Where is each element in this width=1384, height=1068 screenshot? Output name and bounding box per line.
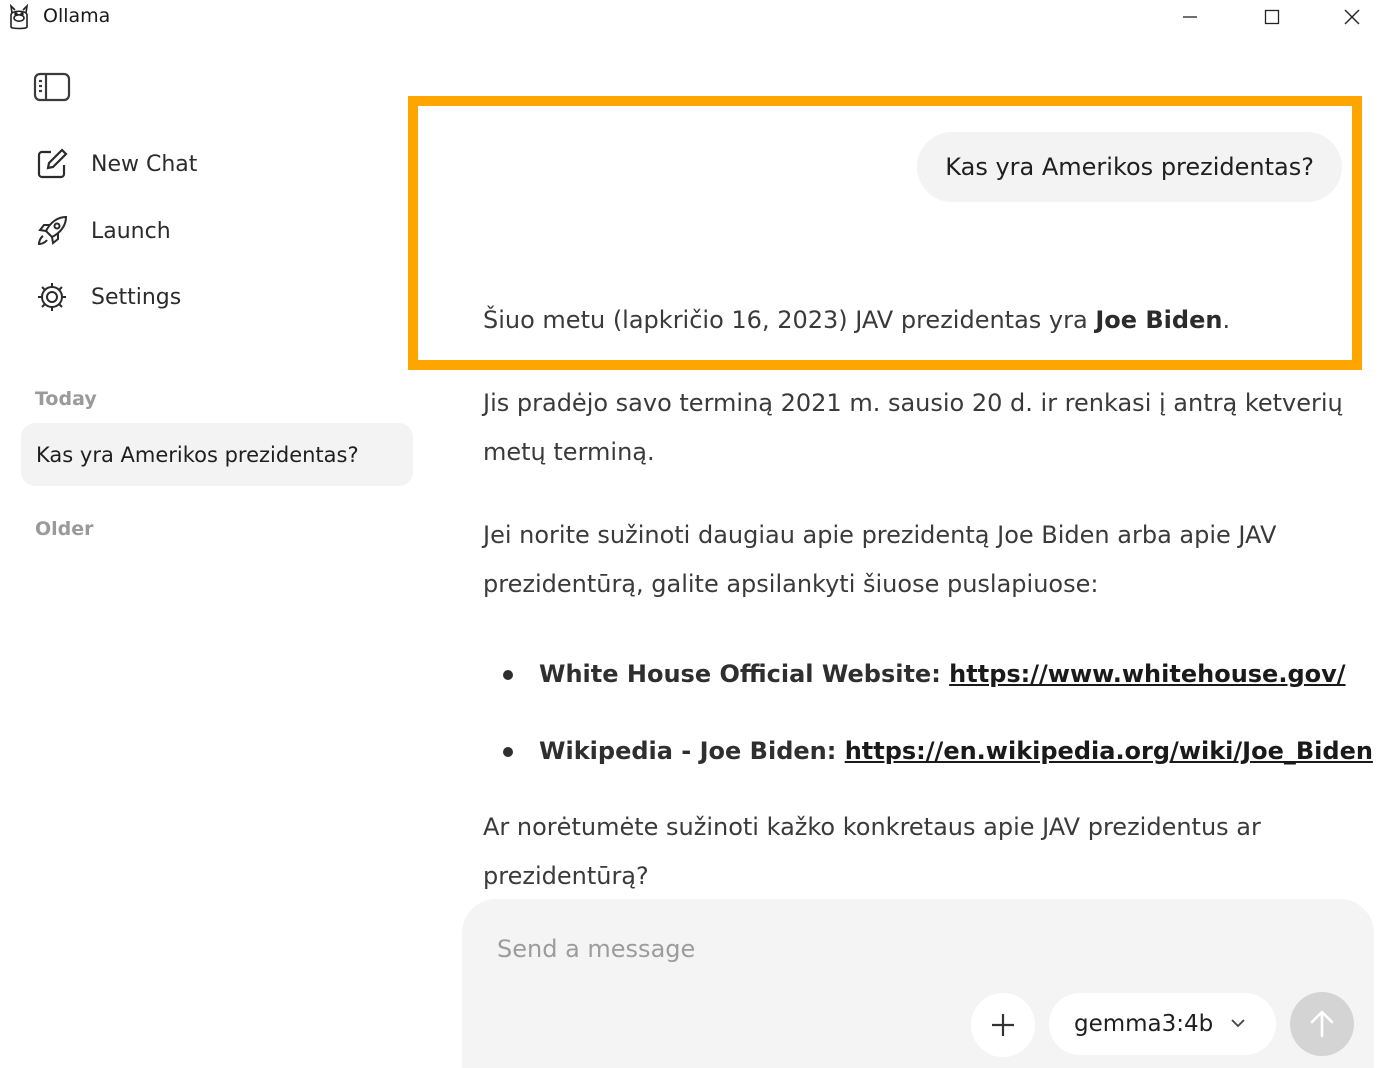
arrow-up-icon xyxy=(1310,1010,1334,1038)
close-button[interactable] xyxy=(1322,0,1382,34)
assistant-bold-name: Joe Biden xyxy=(1095,306,1223,334)
launch-button[interactable]: Launch xyxy=(34,211,171,251)
model-name: gemma3:4b xyxy=(1074,1011,1214,1037)
model-selector[interactable]: gemma3:4b xyxy=(1049,993,1276,1055)
gear-icon xyxy=(34,279,70,315)
new-chat-button[interactable]: New Chat xyxy=(34,144,197,184)
whitehouse-link[interactable]: https://www.whitehouse.gov/ xyxy=(949,660,1345,688)
settings-label: Settings xyxy=(91,284,182,310)
link-list: White House Official Website: https://ww… xyxy=(483,649,1373,776)
chat-history-item[interactable]: Kas yra Amerikos prezidentas? xyxy=(21,423,413,486)
assistant-paragraph-1: Šiuo metu (lapkričio 16, 2023) JAV prezi… xyxy=(483,296,1353,345)
app-title: Ollama xyxy=(43,5,111,27)
assistant-message: Šiuo metu (lapkričio 16, 2023) JAV prezi… xyxy=(483,296,1373,901)
new-chat-label: New Chat xyxy=(91,151,198,177)
section-label-today: Today xyxy=(35,388,97,410)
plus-icon xyxy=(992,1014,1014,1036)
message-input[interactable] xyxy=(497,929,1317,969)
send-button[interactable] xyxy=(1290,992,1354,1056)
list-item: White House Official Website: https://ww… xyxy=(483,649,1353,699)
settings-button[interactable]: Settings xyxy=(34,277,181,317)
assistant-text-end: . xyxy=(1222,306,1231,334)
launch-label: Launch xyxy=(91,218,171,244)
link-label: Wikipedia - Joe Biden: xyxy=(539,737,845,765)
assistant-paragraph-4: Ar norėtumėte sužinoti kažko konkretaus … xyxy=(483,813,1261,890)
close-icon xyxy=(1344,9,1360,25)
maximize-icon xyxy=(1264,9,1280,25)
assistant-paragraph-2: Jis pradėjo savo terminą 2021 m. sausio … xyxy=(483,389,1343,466)
message-composer: gemma3:4b xyxy=(462,899,1374,1068)
minimize-icon xyxy=(1183,16,1197,18)
section-label-older: Older xyxy=(35,518,94,540)
rocket-icon xyxy=(34,213,70,249)
minimize-button[interactable] xyxy=(1160,0,1220,34)
maximize-button[interactable] xyxy=(1242,0,1302,34)
ollama-logo-icon xyxy=(7,3,31,31)
add-attachment-button[interactable] xyxy=(971,993,1035,1057)
sidebar-toggle-button[interactable] xyxy=(33,72,71,102)
link-label: White House Official Website: xyxy=(539,660,950,688)
new-chat-icon xyxy=(34,146,70,182)
sidebar: New Chat Launch Settings Today Kas yra A… xyxy=(0,34,430,1068)
assistant-text: Šiuo metu (lapkričio 16, 2023) JAV prezi… xyxy=(483,306,1096,334)
list-item: Wikipedia - Joe Biden: https://en.wikipe… xyxy=(483,726,1373,776)
wikipedia-link[interactable]: https://en.wikipedia.org/wiki/Joe_Biden xyxy=(845,737,1373,765)
assistant-paragraph-3: Jei norite sužinoti daugiau apie prezide… xyxy=(483,521,1277,598)
user-message-bubble: Kas yra Amerikos prezidentas? xyxy=(917,132,1342,202)
sidebar-toggle-icon xyxy=(33,72,71,102)
title-bar: Ollama xyxy=(0,0,1384,34)
chevron-down-icon xyxy=(1231,1019,1245,1028)
